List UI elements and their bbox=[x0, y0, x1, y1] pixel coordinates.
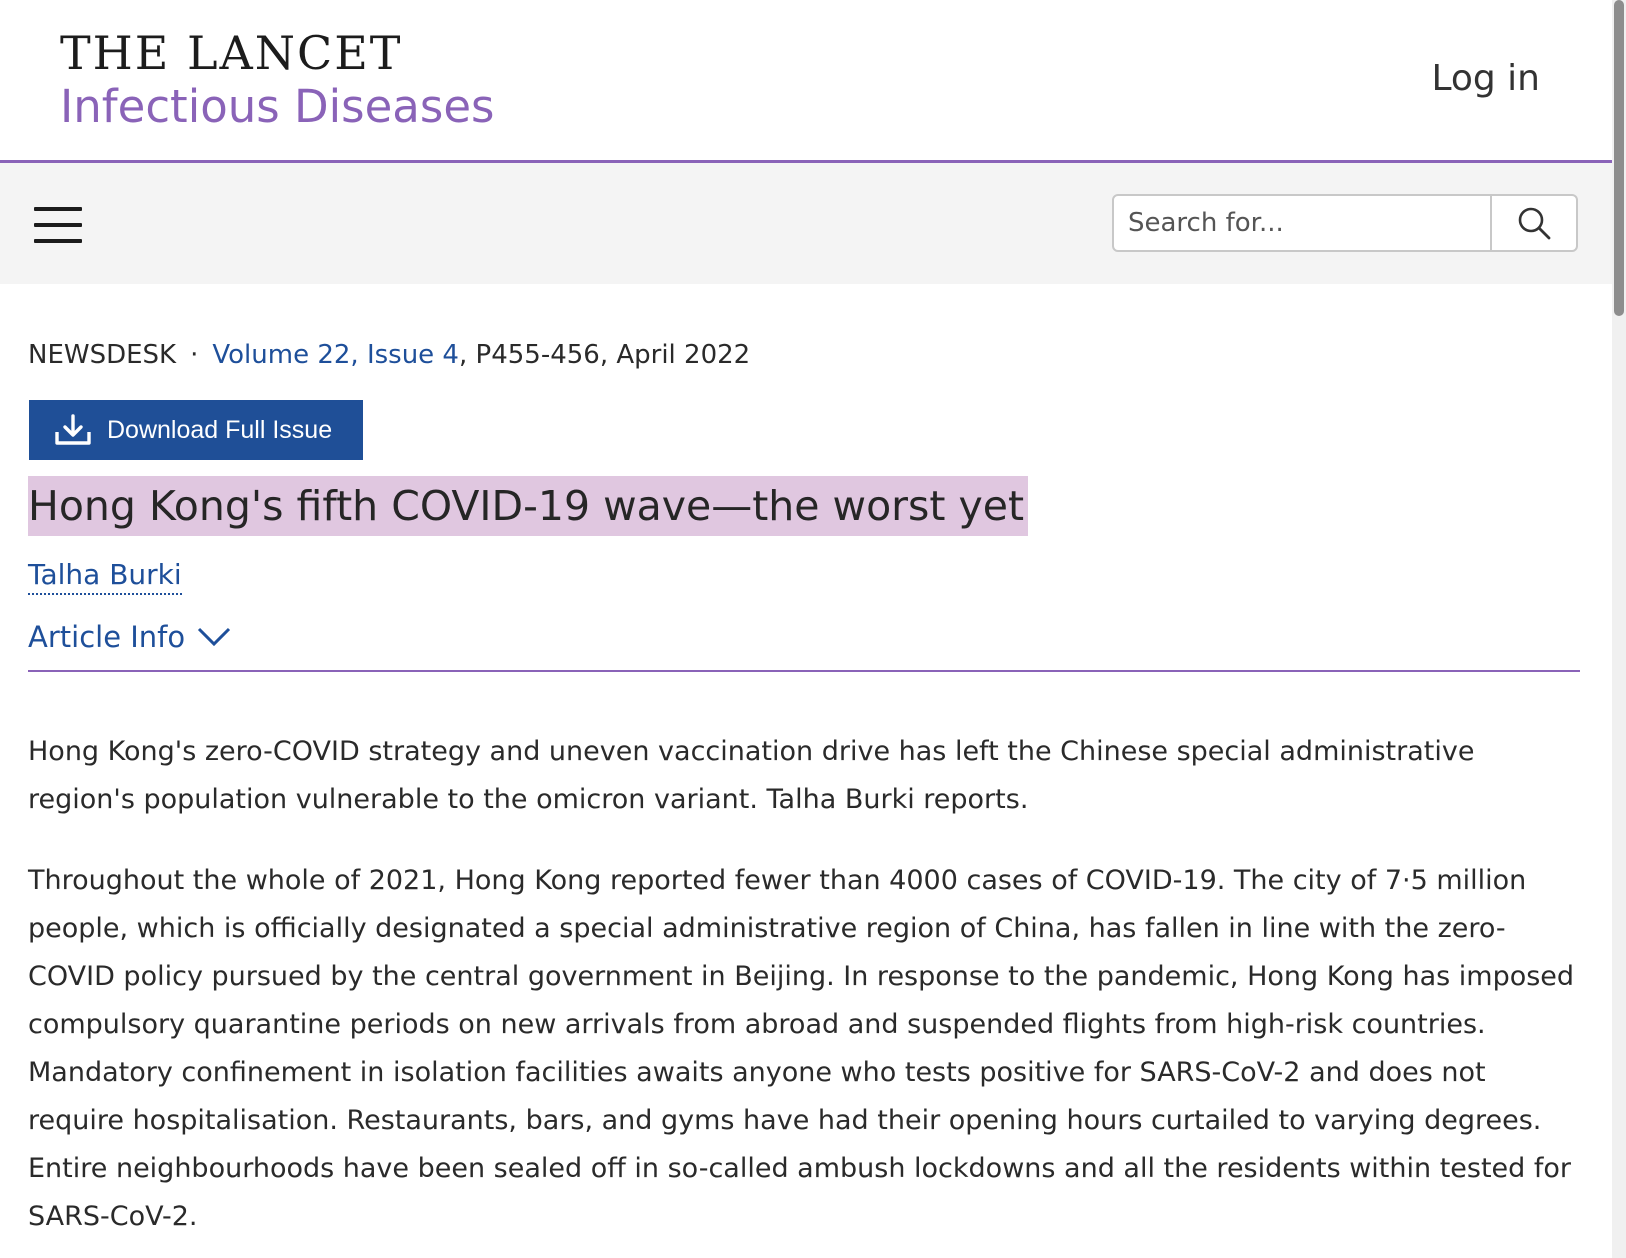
chevron-down-icon bbox=[198, 627, 231, 647]
search-button[interactable] bbox=[1490, 196, 1576, 250]
journal-subtitle[interactable]: Infectious Diseases bbox=[60, 80, 494, 133]
download-icon bbox=[55, 414, 91, 445]
page-scrollbar[interactable] bbox=[1612, 0, 1626, 1258]
article-section: NEWSDESK bbox=[28, 340, 177, 370]
scrollbar-thumb[interactable] bbox=[1614, 0, 1624, 316]
content-divider bbox=[28, 670, 1580, 672]
article-info-label: Article Info bbox=[28, 620, 186, 654]
article-meta: NEWSDESK · Volume 22, Issue 4, P455-456, A… bbox=[28, 340, 750, 370]
search-box bbox=[1112, 194, 1578, 252]
nav-bar bbox=[0, 163, 1612, 284]
article-title: Hong Kong's fifth COVID-19 wave—the wors… bbox=[28, 476, 1029, 536]
article-body-paragraph: Throughout the whole of 2021, Hong Kong … bbox=[28, 865, 1575, 1232]
pages-date: , P455-456, April 2022 bbox=[458, 340, 751, 370]
login-link[interactable]: Log in bbox=[1431, 58, 1540, 99]
volume-issue-link[interactable]: Volume 22, Issue 4 bbox=[212, 340, 459, 370]
article-info-toggle[interactable]: Article Info bbox=[28, 620, 231, 654]
download-full-issue-button[interactable]: Download Full Issue bbox=[29, 400, 363, 460]
site-header: THE LANCET Infectious Diseases Log in bbox=[0, 0, 1612, 160]
search-icon bbox=[1518, 207, 1551, 240]
meta-separator: · bbox=[190, 340, 199, 370]
journal-brand-name[interactable]: THE LANCET bbox=[60, 26, 402, 80]
hamburger-menu-icon[interactable] bbox=[34, 207, 82, 243]
article-standfirst: Hong Kong's zero-COVID strategy and unev… bbox=[28, 736, 1475, 815]
download-button-label: Download Full Issue bbox=[107, 415, 333, 444]
search-input[interactable] bbox=[1114, 196, 1494, 250]
author-link[interactable]: Talha Burki bbox=[28, 558, 182, 595]
